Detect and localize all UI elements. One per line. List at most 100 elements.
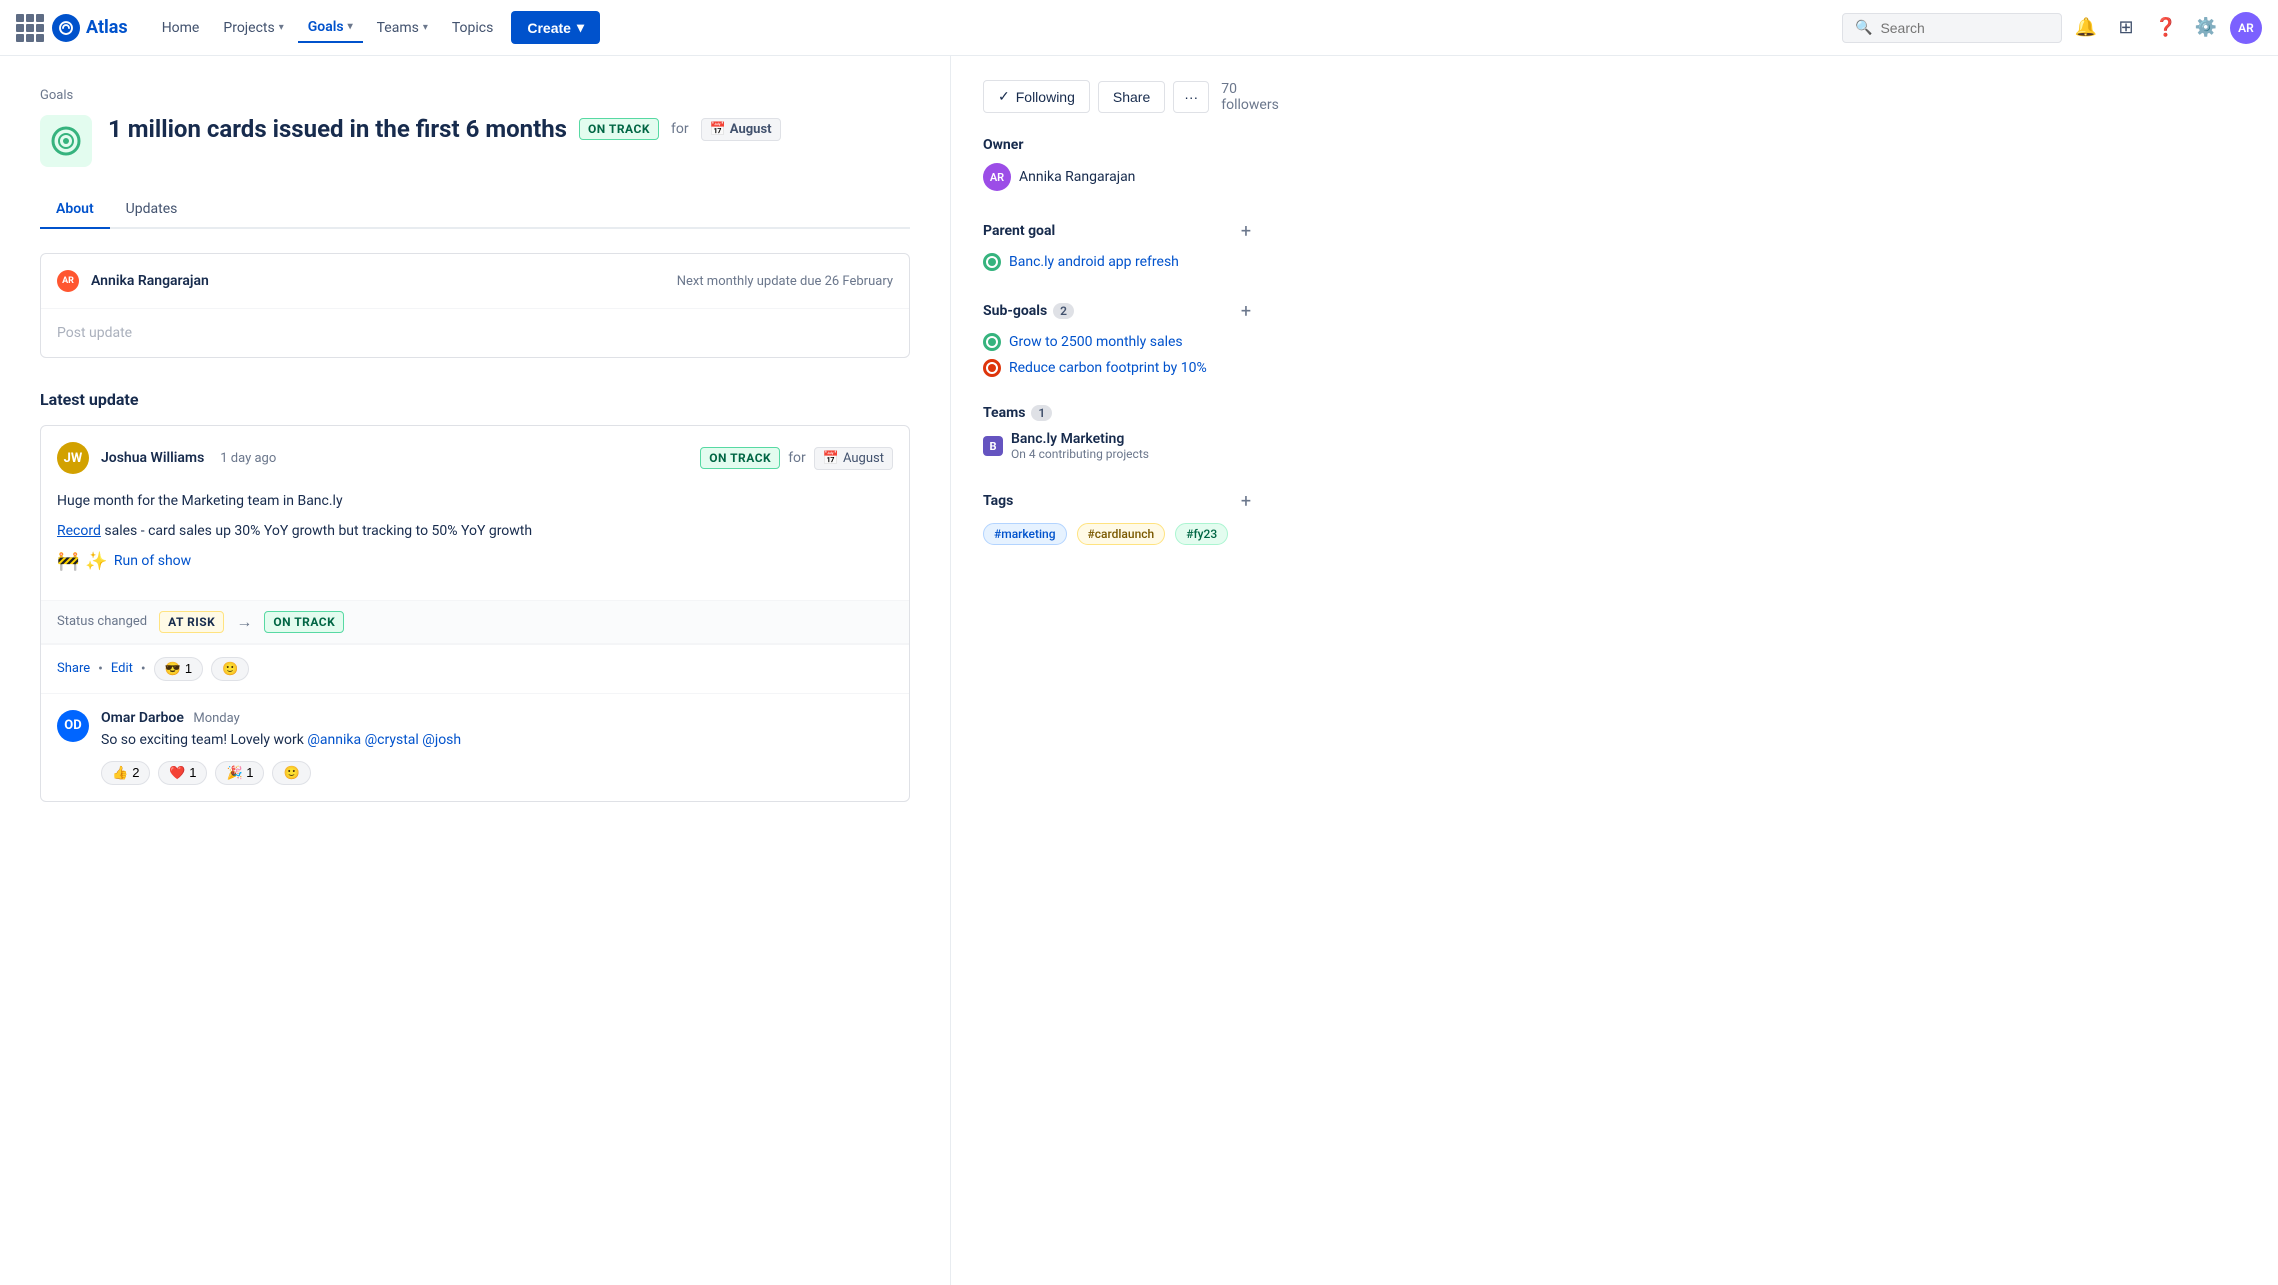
main-layout: Goals 1 million cards issued in the firs… (0, 56, 2278, 1285)
goal-header: 1 million cards issued in the first 6 mo… (40, 115, 910, 167)
edit-link[interactable]: Edit (111, 661, 133, 676)
nav-teams[interactable]: Teams ▾ (367, 14, 438, 42)
update-footer: Share • Edit • 😎 1 🙂 (41, 644, 909, 693)
team-badge: B (983, 436, 1003, 456)
add-tag-button[interactable]: + (1234, 489, 1258, 513)
tag-cardlaunch[interactable]: #cardlaunch (1077, 523, 1166, 545)
share-button[interactable]: Share (1098, 81, 1165, 113)
add-parent-goal-button[interactable]: + (1234, 219, 1258, 243)
comment-text: So so exciting team! Lovely work @annika… (101, 730, 461, 751)
update-body: Huge month for the Marketing team in Ban… (41, 490, 909, 600)
sidebar-teams-label-row: Teams 1 (983, 405, 1052, 421)
sidebar-teams-title-row: Teams 1 (983, 405, 1258, 421)
tag-fy23[interactable]: #fy23 (1175, 523, 1228, 545)
comment-reactions: 👍 2 ❤️ 1 🎉 1 🙂 (101, 761, 461, 785)
calendar-icon: 📅 (823, 451, 839, 466)
nav-home[interactable]: Home (152, 14, 210, 42)
topnav: Atlas Home Projects ▾ Goals ▾ Teams ▾ To… (0, 0, 2278, 56)
add-subgoal-button[interactable]: + (1234, 299, 1258, 323)
following-button[interactable]: ✓ Following (983, 80, 1090, 113)
mention-josh[interactable]: @josh (422, 732, 461, 748)
run-of-show: 🚧 ✨ Run of show (57, 551, 893, 572)
sidebar: ✓ Following Share ··· 70 followers Owner… (950, 56, 1290, 1285)
reaction-party[interactable]: 🎉 1 (215, 761, 264, 785)
nav-projects[interactable]: Projects ▾ (213, 14, 293, 42)
goal-title: 1 million cards issued in the first 6 mo… (108, 115, 910, 143)
subgoal-item-2[interactable]: Reduce carbon footprint by 10% (983, 359, 1258, 377)
month-badge: 📅 August (701, 118, 781, 141)
mention-annika[interactable]: @annika (307, 732, 361, 748)
separator-2: • (141, 661, 146, 677)
post-update-input[interactable]: Post update (41, 309, 909, 357)
sidebar-teams-section: Teams 1 B Banc.ly Marketing On 4 contrib… (983, 405, 1258, 461)
update-for-text: for (788, 450, 806, 466)
action-buttons: ✓ Following Share ··· 70 followers (983, 80, 1258, 113)
tag-marketing[interactable]: #marketing (983, 523, 1067, 545)
comment-row: OD Omar Darboe Monday So so exciting tea… (57, 710, 893, 785)
team-row: B Banc.ly Marketing On 4 contributing pr… (983, 431, 1258, 461)
status-from-badge: AT RISK (159, 611, 224, 633)
nav-topics[interactable]: Topics (442, 14, 503, 42)
add-comment-reaction-button[interactable]: 🙂 (272, 761, 310, 785)
sidebar-owner-section: Owner AR Annika Rangarajan (983, 137, 1258, 191)
separator-1: • (98, 661, 103, 677)
sidebar-subgoals-label-row: Sub-goals 2 (983, 303, 1074, 319)
subgoal-icon-1 (983, 333, 1001, 351)
comment-author-avatar: OD (57, 710, 89, 742)
sidebar-teams-label: Teams (983, 405, 1025, 421)
breadcrumb[interactable]: Goals (40, 88, 910, 103)
status-to-badge: ON TRACK (264, 611, 344, 633)
section-title: Latest update (40, 390, 910, 409)
avatar[interactable]: AR (2230, 12, 2262, 44)
help-button[interactable]: ❓ (2150, 12, 2182, 44)
logo[interactable]: Atlas (52, 14, 128, 42)
subgoal-item-1[interactable]: Grow to 2500 monthly sales (983, 333, 1258, 351)
settings-button[interactable]: ⚙️ (2190, 12, 2222, 44)
tab-about[interactable]: About (40, 191, 110, 229)
parent-goal-item[interactable]: Banc.ly android app refresh (983, 253, 1258, 271)
share-link[interactable]: Share (57, 661, 90, 676)
chevron-down-icon: ▾ (348, 21, 353, 32)
tab-updates[interactable]: Updates (110, 191, 194, 229)
goal-icon (40, 115, 92, 167)
search-icon: 🔍 (1855, 20, 1872, 36)
parent-goal-name: Banc.ly android app refresh (1009, 254, 1179, 270)
run-of-show-link[interactable]: Run of show (114, 553, 191, 569)
reaction-2[interactable]: 👍 2 (101, 761, 150, 785)
notifications-button[interactable]: 🔔 (2070, 12, 2102, 44)
update-text-2: Record sales - card sales up 30% YoY gro… (57, 520, 893, 542)
nav-goals[interactable]: Goals ▾ (298, 13, 363, 43)
comment-area: OD Omar Darboe Monday So so exciting tea… (41, 693, 909, 801)
status-badge: ON TRACK (579, 118, 659, 140)
post-update-area: AR Annika Rangarajan Next monthly update… (40, 253, 910, 358)
for-text: for (671, 121, 689, 137)
reaction-heart[interactable]: ❤️ 1 (158, 761, 207, 785)
grid-icon[interactable] (16, 14, 44, 42)
create-button[interactable]: Create ▾ (511, 11, 600, 44)
more-button[interactable]: ··· (1173, 81, 1209, 113)
cool-reaction-button[interactable]: 😎 1 (154, 657, 203, 681)
update-month-badge: 📅 August (814, 447, 893, 470)
post-update-header: AR Annika Rangarajan Next monthly update… (41, 254, 909, 309)
sidebar-parent-goal-title-row: Parent goal + (983, 219, 1258, 243)
subgoals-count: 2 (1053, 303, 1074, 319)
arrow-icon: → (236, 612, 252, 632)
sidebar-owner-label: Owner (983, 137, 1258, 153)
sidebar-subgoals-title-row: Sub-goals 2 + (983, 299, 1258, 323)
subgoal-name-1: Grow to 2500 monthly sales (1009, 334, 1183, 350)
record-link[interactable]: Record (57, 523, 101, 539)
boards-button[interactable]: ⊞ (2110, 12, 2142, 44)
sidebar-parent-goal-label: Parent goal (983, 223, 1055, 239)
calendar-icon: 📅 (710, 122, 726, 137)
add-reaction-button[interactable]: 🙂 (211, 657, 249, 681)
search-box[interactable]: 🔍 (1842, 13, 2062, 43)
chevron-down-icon: ▾ (577, 19, 584, 36)
content-area: Goals 1 million cards issued in the firs… (0, 56, 950, 1285)
team-sub: On 4 contributing projects (1011, 447, 1149, 461)
sidebar-subgoals-section: Sub-goals 2 + Grow to 2500 monthly sales… (983, 299, 1258, 377)
team-name[interactable]: Banc.ly Marketing (1011, 431, 1149, 447)
mention-crystal[interactable]: @crystal (365, 732, 419, 748)
tags-container: #marketing #cardlaunch #fy23 (983, 523, 1258, 551)
tabs: About Updates (40, 191, 910, 229)
search-input[interactable] (1880, 20, 2049, 36)
